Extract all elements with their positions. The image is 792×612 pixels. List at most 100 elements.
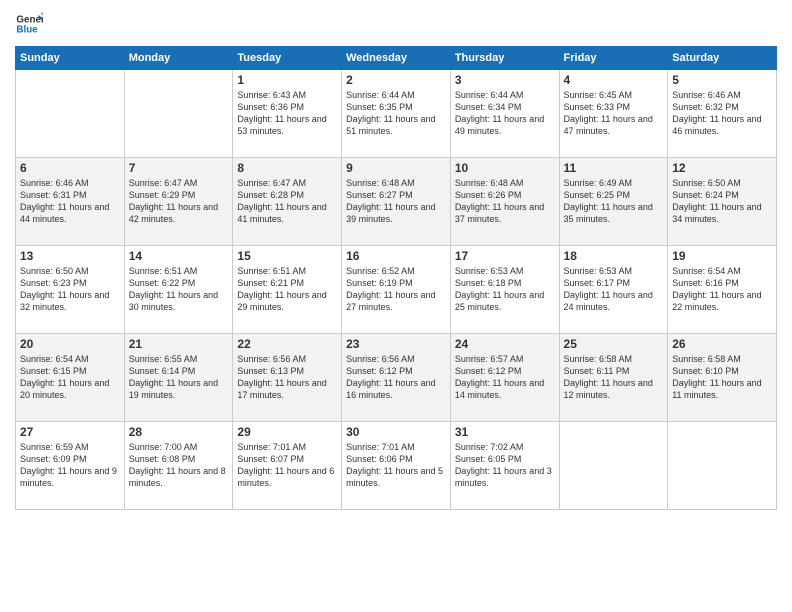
day-info: Sunrise: 6:50 AM Sunset: 6:23 PM Dayligh… (20, 265, 120, 314)
calendar-cell: 28 Sunrise: 7:00 AM Sunset: 6:08 PM Dayli… (124, 422, 233, 510)
calendar-cell: 3 Sunrise: 6:44 AM Sunset: 6:34 PM Daylig… (450, 70, 559, 158)
calendar-cell: 1Sunrise: 6:43 AM Sunset: 6:36 PM Daylig… (233, 70, 342, 158)
calendar-cell: 23 Sunrise: 6:56 AM Sunset: 6:12 PM Dayli… (342, 334, 451, 422)
day-number: 27 (20, 425, 120, 439)
calendar-cell: 7 Sunrise: 6:47 AM Sunset: 6:29 PM Daylig… (124, 158, 233, 246)
weekday-monday: Monday (124, 47, 233, 70)
day-number: 1 (237, 73, 337, 87)
day-info: Sunrise: 6:56 AM Sunset: 6:13 PM Dayligh… (237, 353, 337, 402)
day-info: Sunrise: 7:00 AM Sunset: 6:08 PM Dayligh… (129, 441, 229, 490)
calendar-cell: 26 Sunrise: 6:58 AM Sunset: 6:10 PM Dayli… (668, 334, 777, 422)
day-number: 18 (564, 249, 664, 263)
day-info: Sunrise: 6:54 AM Sunset: 6:15 PM Dayligh… (20, 353, 120, 402)
day-info: Sunrise: 6:51 AM Sunset: 6:21 PM Dayligh… (237, 265, 337, 314)
calendar-cell: 4 Sunrise: 6:45 AM Sunset: 6:33 PM Daylig… (559, 70, 668, 158)
day-number: 28 (129, 425, 229, 439)
calendar-cell (16, 70, 125, 158)
weekday-sunday: Sunday (16, 47, 125, 70)
day-number: 30 (346, 425, 446, 439)
day-number: 8 (237, 161, 337, 175)
calendar-cell (559, 422, 668, 510)
day-number: 23 (346, 337, 446, 351)
calendar-cell (124, 70, 233, 158)
day-info: Sunrise: 6:48 AM Sunset: 6:26 PM Dayligh… (455, 177, 555, 226)
day-info: Sunrise: 6:53 AM Sunset: 6:17 PM Dayligh… (564, 265, 664, 314)
calendar-cell: 18 Sunrise: 6:53 AM Sunset: 6:17 PM Dayli… (559, 246, 668, 334)
day-info: Sunrise: 6:50 AM Sunset: 6:24 PM Dayligh… (672, 177, 772, 226)
day-info: Sunrise: 7:01 AM Sunset: 6:06 PM Dayligh… (346, 441, 446, 490)
day-number: 25 (564, 337, 664, 351)
weekday-friday: Friday (559, 47, 668, 70)
calendar-page: General Blue SundayMondayTuesdayWednesda… (0, 0, 792, 612)
day-number: 19 (672, 249, 772, 263)
week-row-4: 20 Sunrise: 6:54 AM Sunset: 6:15 PM Dayli… (16, 334, 777, 422)
svg-text:Blue: Blue (16, 24, 38, 35)
day-number: 16 (346, 249, 446, 263)
day-info: Sunrise: 6:44 AM Sunset: 6:35 PM Dayligh… (346, 89, 446, 138)
day-info: Sunrise: 6:58 AM Sunset: 6:11 PM Dayligh… (564, 353, 664, 402)
day-number: 20 (20, 337, 120, 351)
day-number: 12 (672, 161, 772, 175)
day-info: Sunrise: 6:51 AM Sunset: 6:22 PM Dayligh… (129, 265, 229, 314)
day-info: Sunrise: 6:54 AM Sunset: 6:16 PM Dayligh… (672, 265, 772, 314)
calendar-cell: 5 Sunrise: 6:46 AM Sunset: 6:32 PM Daylig… (668, 70, 777, 158)
weekday-thursday: Thursday (450, 47, 559, 70)
day-number: 11 (564, 161, 664, 175)
day-number: 7 (129, 161, 229, 175)
day-number: 14 (129, 249, 229, 263)
day-info: Sunrise: 6:47 AM Sunset: 6:29 PM Dayligh… (129, 177, 229, 226)
day-info: Sunrise: 7:02 AM Sunset: 6:05 PM Dayligh… (455, 441, 555, 490)
weekday-header-row: SundayMondayTuesdayWednesdayThursdayFrid… (16, 47, 777, 70)
calendar-cell: 17Sunrise: 6:53 AM Sunset: 6:18 PM Dayli… (450, 246, 559, 334)
day-info: Sunrise: 6:46 AM Sunset: 6:32 PM Dayligh… (672, 89, 772, 138)
calendar-cell: 25 Sunrise: 6:58 AM Sunset: 6:11 PM Dayli… (559, 334, 668, 422)
logo-icon: General Blue (15, 10, 43, 38)
week-row-3: 13 Sunrise: 6:50 AM Sunset: 6:23 PM Dayli… (16, 246, 777, 334)
day-number: 13 (20, 249, 120, 263)
logo: General Blue (15, 10, 49, 38)
day-number: 21 (129, 337, 229, 351)
day-info: Sunrise: 6:45 AM Sunset: 6:33 PM Dayligh… (564, 89, 664, 138)
day-info: Sunrise: 6:59 AM Sunset: 6:09 PM Dayligh… (20, 441, 120, 490)
day-number: 15 (237, 249, 337, 263)
day-info: Sunrise: 6:53 AM Sunset: 6:18 PM Dayligh… (455, 265, 555, 314)
day-number: 6 (20, 161, 120, 175)
day-info: Sunrise: 6:56 AM Sunset: 6:12 PM Dayligh… (346, 353, 446, 402)
calendar-cell: 29Sunrise: 7:01 AM Sunset: 6:07 PM Dayli… (233, 422, 342, 510)
calendar-cell: 21 Sunrise: 6:55 AM Sunset: 6:14 PM Dayli… (124, 334, 233, 422)
day-number: 5 (672, 73, 772, 87)
day-info: Sunrise: 6:57 AM Sunset: 6:12 PM Dayligh… (455, 353, 555, 402)
day-number: 26 (672, 337, 772, 351)
week-row-5: 27 Sunrise: 6:59 AM Sunset: 6:09 PM Dayli… (16, 422, 777, 510)
calendar-cell: 10 Sunrise: 6:48 AM Sunset: 6:26 PM Dayli… (450, 158, 559, 246)
calendar-cell (668, 422, 777, 510)
day-number: 22 (237, 337, 337, 351)
calendar-cell: 8Sunrise: 6:47 AM Sunset: 6:28 PM Daylig… (233, 158, 342, 246)
calendar-cell: 16Sunrise: 6:52 AM Sunset: 6:19 PM Dayli… (342, 246, 451, 334)
day-info: Sunrise: 6:58 AM Sunset: 6:10 PM Dayligh… (672, 353, 772, 402)
calendar-cell: 11Sunrise: 6:49 AM Sunset: 6:25 PM Dayli… (559, 158, 668, 246)
day-info: Sunrise: 6:55 AM Sunset: 6:14 PM Dayligh… (129, 353, 229, 402)
calendar-cell: 13 Sunrise: 6:50 AM Sunset: 6:23 PM Dayli… (16, 246, 125, 334)
calendar-cell: 14 Sunrise: 6:51 AM Sunset: 6:22 PM Dayli… (124, 246, 233, 334)
calendar-table: SundayMondayTuesdayWednesdayThursdayFrid… (15, 46, 777, 510)
calendar-cell: 20 Sunrise: 6:54 AM Sunset: 6:15 PM Dayli… (16, 334, 125, 422)
calendar-cell: 24Sunrise: 6:57 AM Sunset: 6:12 PM Dayli… (450, 334, 559, 422)
day-number: 9 (346, 161, 446, 175)
day-info: Sunrise: 6:44 AM Sunset: 6:34 PM Dayligh… (455, 89, 555, 138)
calendar-cell: 6Sunrise: 6:46 AM Sunset: 6:31 PM Daylig… (16, 158, 125, 246)
weekday-saturday: Saturday (668, 47, 777, 70)
day-number: 10 (455, 161, 555, 175)
header: General Blue (15, 10, 777, 38)
day-number: 4 (564, 73, 664, 87)
weekday-wednesday: Wednesday (342, 47, 451, 70)
day-number: 3 (455, 73, 555, 87)
weekday-tuesday: Tuesday (233, 47, 342, 70)
calendar-cell: 27 Sunrise: 6:59 AM Sunset: 6:09 PM Dayli… (16, 422, 125, 510)
calendar-cell: 31Sunrise: 7:02 AM Sunset: 6:05 PM Dayli… (450, 422, 559, 510)
calendar-cell: 19 Sunrise: 6:54 AM Sunset: 6:16 PM Dayli… (668, 246, 777, 334)
day-info: Sunrise: 7:01 AM Sunset: 6:07 PM Dayligh… (237, 441, 337, 490)
day-info: Sunrise: 6:48 AM Sunset: 6:27 PM Dayligh… (346, 177, 446, 226)
calendar-cell: 15 Sunrise: 6:51 AM Sunset: 6:21 PM Dayli… (233, 246, 342, 334)
calendar-cell: 9 Sunrise: 6:48 AM Sunset: 6:27 PM Daylig… (342, 158, 451, 246)
